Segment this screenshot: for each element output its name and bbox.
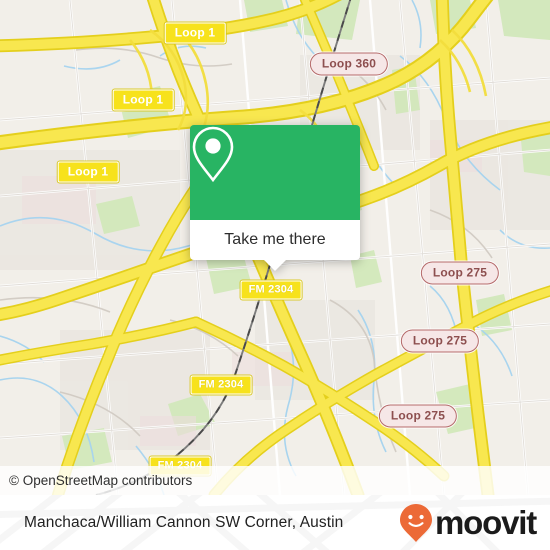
road-label-loop-1-upper[interactable]: Loop 1	[112, 89, 174, 111]
callout-pointer-tail	[264, 260, 286, 271]
moovit-wordmark: moovit	[435, 504, 537, 541]
callout-header	[190, 125, 360, 220]
road-label-loop-1-north[interactable]: Loop 1	[164, 22, 226, 44]
take-me-there-button[interactable]: Take me there	[190, 220, 360, 260]
station-callout-card[interactable]: Take me there	[190, 125, 360, 271]
road-label-loop-275-lower[interactable]: Loop 275	[378, 404, 458, 428]
road-label-fm-2304-center[interactable]: FM 2304	[240, 280, 302, 300]
road-label-fm-2304-lower[interactable]: FM 2304	[190, 375, 252, 395]
map-canvas[interactable]: Loop 1 Loop 360 Loop 1 Loop 1 FM 2304 Lo…	[0, 0, 550, 495]
road-label-loop-275-upper[interactable]: Loop 275	[420, 261, 500, 285]
road-label-loop-1-west[interactable]: Loop 1	[57, 161, 119, 183]
footer-bar: Manchaca/William Cannon SW Corner, Austi…	[0, 495, 550, 550]
take-me-there-label: Take me there	[224, 231, 326, 248]
page-title: Manchaca/William Cannon SW Corner, Austi…	[24, 513, 344, 531]
moovit-station-map-screen: Loop 1 Loop 360 Loop 1 Loop 1 FM 2304 Lo…	[0, 0, 550, 550]
map-pin-icon	[192, 126, 234, 183]
road-label-loop-360[interactable]: Loop 360	[309, 52, 389, 76]
moovit-smiley-pin-icon	[400, 503, 433, 542]
road-label-loop-275-mid[interactable]: Loop 275	[400, 329, 480, 353]
moovit-brand-logo[interactable]: moovit	[399, 503, 537, 543]
osm-attribution-text[interactable]: © OpenStreetMap contributors	[0, 473, 192, 488]
map-attribution-bar: © OpenStreetMap contributors	[0, 466, 550, 495]
